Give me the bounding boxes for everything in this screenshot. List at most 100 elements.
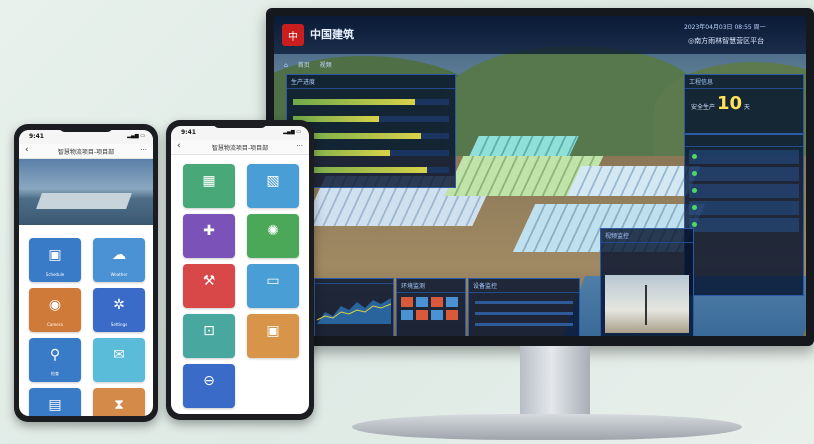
sensor-tile[interactable]	[431, 297, 443, 307]
monitor-base	[352, 414, 742, 440]
safety-days: 安全生产 10 天	[685, 89, 803, 118]
more-icon[interactable]: ···	[140, 146, 147, 154]
signal-icon: ▂▄▆ ▭	[283, 129, 301, 135]
app-tile[interactable]: ⚒	[183, 264, 235, 308]
hourglass-icon: ⧗	[114, 396, 124, 413]
progress-bar	[293, 150, 449, 156]
datetime-display: 2023年04月03日 08:55 周一	[684, 24, 766, 31]
page-title: 智慧物流项目-项目部	[57, 149, 115, 156]
cloud-icon: ☁	[112, 246, 126, 263]
home-icon[interactable]: ⌂	[284, 62, 288, 69]
nav-bar: ‹ 智慧物流项目-项目部 ···	[171, 140, 309, 155]
chat-icon: ✉	[113, 346, 125, 363]
app-tile[interactable]: ◉ Camera	[29, 288, 81, 332]
alert-list-panel	[684, 134, 804, 296]
banner-building	[36, 193, 132, 209]
app-tile[interactable]: ✺	[247, 214, 299, 258]
dashboard-header: 中 中国建筑 2023年04月03日 08:55 周一 ◎南方雨林智慧营区平台	[274, 16, 806, 54]
dashboard-screen: 中 中国建筑 2023年04月03日 08:55 周一 ◎南方雨林智慧营区平台 …	[274, 16, 806, 336]
safety-days-label: 安全生产	[691, 104, 716, 111]
list-item[interactable]	[689, 167, 799, 181]
app-tile[interactable]: ✚	[183, 214, 235, 258]
video-feed[interactable]	[605, 275, 689, 333]
signal-icon: ▂▄▆ ▭	[127, 133, 145, 139]
app-tile[interactable]: ✉	[93, 338, 145, 382]
monitor-stand	[520, 346, 590, 416]
page-title: 智慧物流项目-项目部	[211, 145, 269, 152]
medkit-icon: ✚	[203, 222, 215, 239]
app-tile[interactable]: ☁ Weather	[93, 238, 145, 282]
app-tile[interactable]: ▧	[247, 164, 299, 208]
status-dot	[692, 171, 697, 176]
tools-icon: ⚒	[202, 272, 216, 289]
app-tile[interactable]: ⊡	[183, 314, 235, 358]
device-monitor-panel: 设备监控	[468, 278, 580, 336]
app-tile[interactable]: ⧗	[93, 388, 145, 416]
tile-label: Schedule	[45, 272, 65, 277]
trend-chart	[316, 298, 392, 324]
app-tile[interactable]: ▭	[247, 264, 299, 308]
sensor-tile[interactable]	[416, 310, 428, 320]
sensor-grid	[397, 293, 465, 324]
housing-block[interactable]	[469, 136, 579, 156]
panel-title: 视频监控	[601, 229, 693, 243]
subnav-tab[interactable]: 视频	[320, 60, 332, 69]
minus-circle-icon: ⊖	[203, 372, 215, 389]
app-tile[interactable]: ⊖	[183, 364, 235, 408]
app-tile[interactable]: ⚲ 检查	[29, 338, 81, 382]
camera-icon: ◉	[48, 296, 62, 313]
tile-label: Settings	[110, 322, 128, 327]
phone-left: 9:41 ▂▄▆ ▭ ‹ 智慧物流项目-项目部 ··· ▣ Schedule ☁ We…	[14, 124, 158, 422]
calendar-icon: ▣	[48, 246, 62, 263]
status-dot	[692, 154, 697, 159]
phone-left-screen: 9:41 ▂▄▆ ▭ ‹ 智慧物流项目-项目部 ··· ▣ Schedule ☁ We…	[19, 130, 153, 416]
platform-title: ◎南方雨林智慧营区平台	[688, 37, 765, 45]
status-dot	[692, 222, 697, 227]
app-tile[interactable]: ✲ Settings	[93, 288, 145, 332]
list-item[interactable]	[689, 218, 799, 232]
panel-title: 生产进度	[287, 75, 455, 89]
project-banner	[19, 159, 153, 225]
housing-block[interactable]	[567, 166, 701, 196]
sensor-tile[interactable]	[401, 297, 413, 307]
phone-right-screen: 9:41 ▂▄▆ ▭ ‹ 智慧物流项目-项目部 ··· ▦ ▧ ✚ ✺ ⚒ ▭ ⊡ ▣ ⊖	[171, 126, 309, 414]
progress-bar	[293, 133, 449, 139]
more-icon[interactable]: ···	[296, 142, 303, 150]
project-info-panel: 工程信息 安全生产 10 天	[684, 74, 804, 134]
status-dot	[692, 188, 697, 193]
app-tile[interactable]: ▤	[29, 388, 81, 416]
tile-label: Camera	[47, 322, 63, 327]
nav-bar: ‹ 智慧物流项目-项目部 ···	[19, 144, 153, 159]
progress-bar	[293, 167, 449, 173]
crane-mast	[645, 285, 647, 325]
video-panel: 视频监控	[600, 228, 694, 336]
sensor-tile[interactable]	[446, 297, 458, 307]
app-tile[interactable]: ▣ Schedule	[29, 238, 81, 282]
app-tile[interactable]: ▦	[183, 164, 235, 208]
list-item[interactable]	[689, 150, 799, 164]
layers-icon: ▧	[266, 172, 280, 189]
sensor-tile[interactable]	[446, 310, 458, 320]
progress-bar	[293, 116, 449, 122]
panel-title	[685, 135, 803, 147]
sensor-tile[interactable]	[431, 310, 443, 320]
search-icon: ⚲	[49, 346, 61, 363]
desktop-monitor: 中 中国建筑 2023年04月03日 08:55 周一 ◎南方雨林智慧营区平台 …	[266, 8, 814, 346]
status-bar: 9:41 ▂▄▆ ▭	[19, 130, 153, 144]
sensor-tile[interactable]	[416, 297, 428, 307]
progress-fill	[293, 99, 415, 105]
list-item[interactable]	[689, 201, 799, 215]
status-dot	[692, 205, 697, 210]
trend-chart-panel	[314, 278, 394, 336]
app-tile[interactable]: ▣	[247, 314, 299, 358]
sensor-tile[interactable]	[401, 310, 413, 320]
phone-right: 9:41 ▂▄▆ ▭ ‹ 智慧物流项目-项目部 ··· ▦ ▧ ✚ ✺ ⚒ ▭ ⊡ ▣ ⊖	[166, 120, 314, 420]
safety-days-value: 10	[716, 93, 742, 114]
env-monitor-panel: 环境监测	[396, 278, 466, 336]
list-item[interactable]	[689, 184, 799, 198]
subnav-tab[interactable]: 首页	[298, 60, 310, 69]
phone-notch	[59, 124, 113, 132]
status-time: 9:41	[181, 129, 196, 136]
folder-icon: ▤	[48, 396, 62, 413]
progress-bar	[293, 99, 449, 105]
